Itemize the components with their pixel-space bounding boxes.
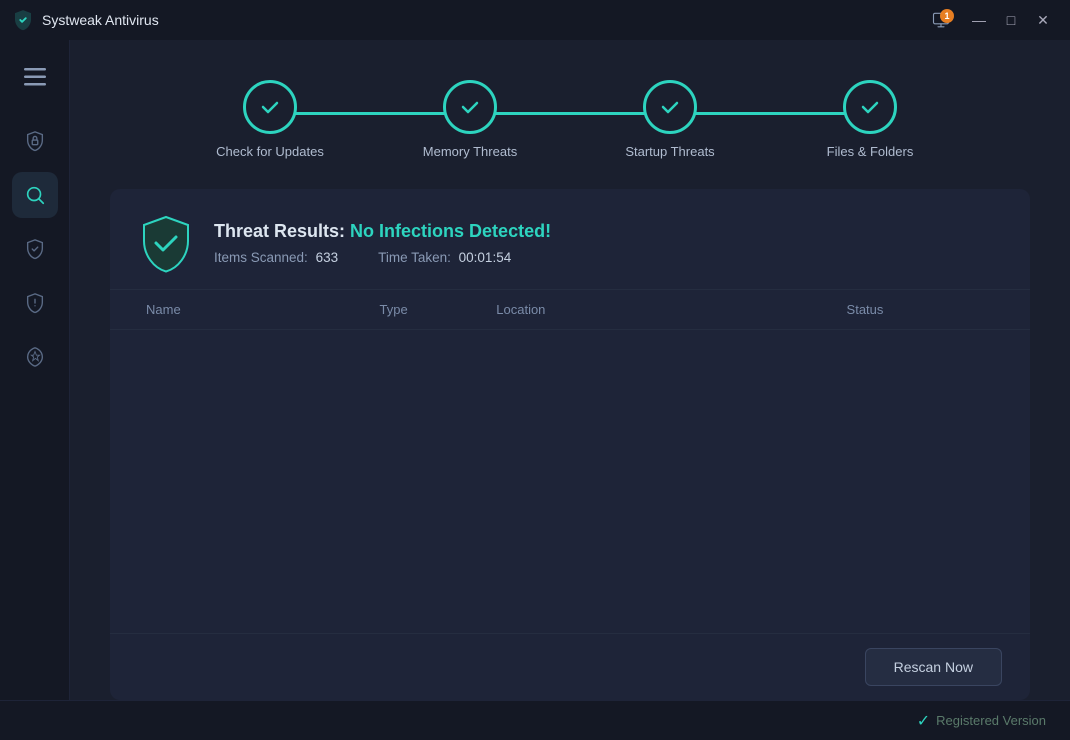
step-startup-threats-circle: [643, 80, 697, 134]
menu-icon: [24, 68, 46, 86]
title-bar: Systweak Antivirus 1 — □ ✕: [0, 0, 1070, 40]
step-memory-threats-circle: [443, 80, 497, 134]
sidebar-item-protection[interactable]: [12, 280, 58, 326]
threat-title-static: Threat Results:: [214, 221, 345, 241]
table-body: [110, 330, 1030, 510]
progress-steps: Check for Updates Memory Threats Startup…: [110, 70, 1030, 189]
check-icon-3: [657, 94, 683, 120]
table-header: Name Type Location Status: [110, 290, 1030, 330]
booster-icon: [24, 346, 46, 368]
step-memory-threats-label: Memory Threats: [423, 144, 517, 159]
minimize-button[interactable]: —: [964, 7, 994, 33]
step-files-folders: Files & Folders: [770, 80, 970, 159]
check-icon-2: [457, 94, 483, 120]
notification-badge: 1: [940, 9, 954, 23]
sidebar-item-scan[interactable]: [12, 172, 58, 218]
col-location: Location: [488, 290, 838, 329]
step-startup-threats: Startup Threats: [570, 80, 770, 159]
threat-header: Threat Results: No Infections Detected! …: [110, 189, 1030, 290]
lock-shield-icon: [24, 130, 46, 152]
app-title: Systweak Antivirus: [42, 12, 159, 28]
step-check-updates: Check for Updates: [170, 80, 370, 159]
content-area: Check for Updates Memory Threats Startup…: [70, 40, 1070, 700]
threat-title: Threat Results: No Infections Detected!: [214, 221, 551, 242]
threat-title-status: No Infections Detected!: [350, 221, 551, 241]
registered-text: Registered Version: [936, 713, 1046, 728]
shield-success-icon: [138, 213, 194, 275]
sidebar-menu-toggle[interactable]: [14, 56, 56, 98]
step-files-folders-label: Files & Folders: [827, 144, 914, 159]
scan-icon: [24, 184, 46, 206]
shield-check-icon: [24, 238, 46, 260]
footer-bar: ✓ Registered Version: [0, 700, 1070, 740]
check-icon-4: [857, 94, 883, 120]
items-scanned-value: 633: [316, 250, 339, 265]
threat-table: Name Type Location Status: [110, 290, 1030, 633]
registered-check-icon: ✓: [917, 711, 930, 731]
maximize-button[interactable]: □: [996, 7, 1026, 33]
rescan-now-button[interactable]: Rescan Now: [865, 648, 1002, 686]
items-scanned-label: Items Scanned: 633: [214, 250, 338, 265]
main-layout: Check for Updates Memory Threats Startup…: [0, 40, 1070, 700]
step-check-updates-label: Check for Updates: [216, 144, 324, 159]
sidebar: [0, 40, 70, 700]
step-startup-threats-label: Startup Threats: [625, 144, 714, 159]
panel-footer: Rescan Now: [110, 633, 1030, 700]
col-type: Type: [372, 290, 489, 329]
protection-icon: [24, 292, 46, 314]
time-taken-label: Time Taken: 00:01:54: [378, 250, 511, 265]
threat-stats: Items Scanned: 633 Time Taken: 00:01:54: [214, 250, 551, 265]
sidebar-item-security[interactable]: [12, 118, 58, 164]
notification-button[interactable]: 1: [926, 7, 956, 33]
main-panel: Threat Results: No Infections Detected! …: [110, 189, 1030, 700]
app-logo-icon: [12, 9, 34, 31]
shield-icon-wrap: [138, 213, 194, 273]
close-button[interactable]: ✕: [1028, 7, 1058, 33]
col-status: Status: [839, 290, 1002, 329]
sidebar-item-realtime[interactable]: [12, 226, 58, 272]
col-name: Name: [138, 290, 372, 329]
check-icon: [257, 94, 283, 120]
time-taken-value: 00:01:54: [459, 250, 512, 265]
step-memory-threats: Memory Threats: [370, 80, 570, 159]
title-bar-controls: 1 — □ ✕: [926, 7, 1058, 33]
sidebar-item-booster[interactable]: [12, 334, 58, 380]
threat-info: Threat Results: No Infections Detected! …: [214, 221, 551, 265]
title-bar-left: Systweak Antivirus: [12, 9, 159, 31]
step-check-updates-circle: [243, 80, 297, 134]
step-files-folders-circle: [843, 80, 897, 134]
